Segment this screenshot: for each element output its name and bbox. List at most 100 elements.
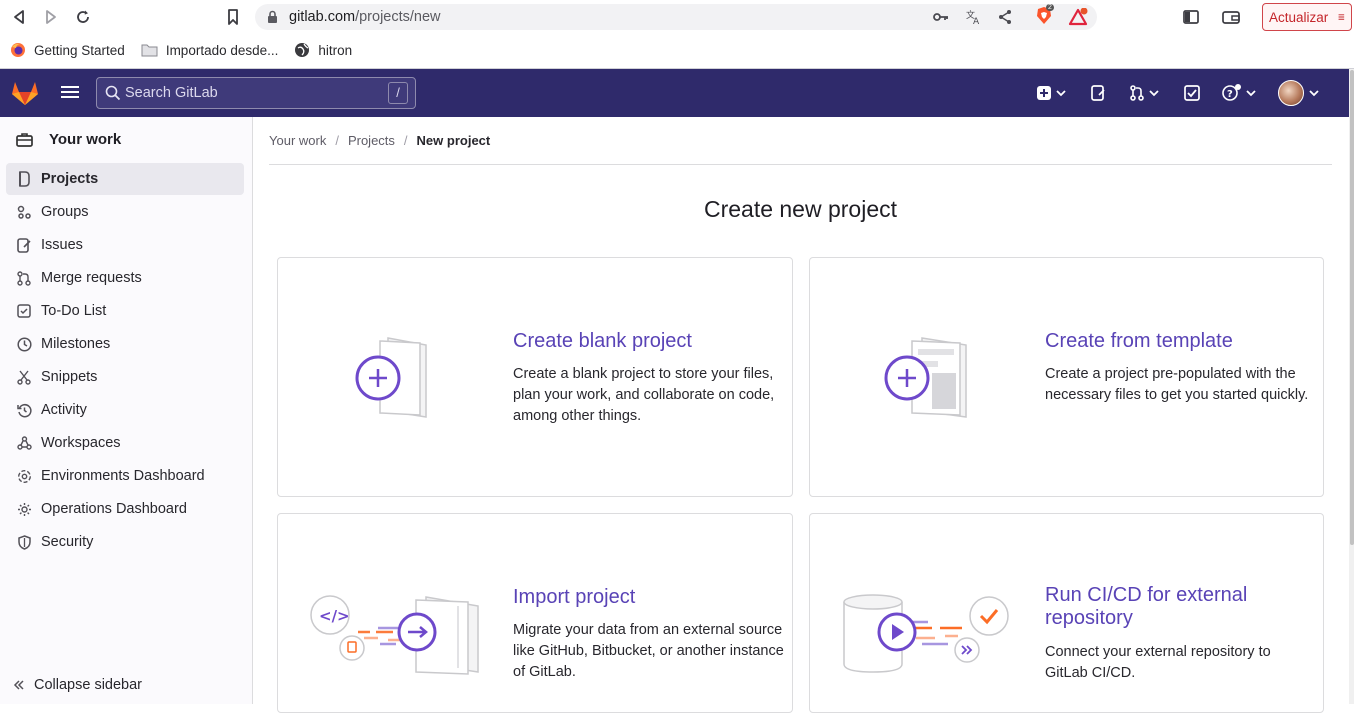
wallet-icon[interactable] (1221, 7, 1241, 27)
brave-rewards-icon[interactable] (1068, 7, 1088, 27)
sidebar-item-operations[interactable]: Operations Dashboard (6, 493, 244, 525)
project-icon (16, 171, 32, 187)
sidebar-item-issues[interactable]: Issues (6, 229, 244, 261)
key-icon[interactable] (932, 8, 950, 26)
search-input[interactable]: Search GitLab / (96, 77, 416, 109)
forward-arrow-icon (46, 10, 56, 24)
workspace-icon (16, 435, 32, 451)
create-new-dropdown[interactable] (1036, 81, 1067, 105)
chevron-double-left-icon (13, 680, 24, 690)
question-icon: ? (1222, 84, 1241, 101)
breadcrumb-new-project[interactable]: New project (417, 133, 491, 148)
forward-button[interactable] (40, 6, 62, 28)
translate-icon[interactable]: 文A (964, 8, 982, 26)
plus-square-icon (1037, 86, 1051, 100)
merge-requests-dropdown[interactable] (1129, 81, 1160, 105)
sidebar-item-activity[interactable]: Activity (6, 394, 244, 426)
sidebar: Your work Projects Groups Issues Merge r… (0, 117, 253, 704)
sidebar-item-milestones[interactable]: Milestones (6, 328, 244, 360)
help-dropdown[interactable]: ? (1222, 81, 1257, 105)
card-description: Create a blank project to store your fil… (513, 366, 775, 424)
shields-count: 2 (1046, 4, 1054, 11)
svg-text:A: A (973, 17, 980, 25)
user-avatar[interactable] (1278, 80, 1304, 106)
chevron-down-icon (1056, 90, 1066, 97)
bookmark-getting-started[interactable]: Getting Started (10, 42, 125, 58)
menu-icon (1338, 14, 1345, 20)
bookmark-hitron[interactable]: hitron (294, 42, 352, 58)
issues-icon (16, 237, 32, 253)
import-project-card[interactable]: </> Import project Migrate your data fro… (277, 513, 793, 713)
address-bar[interactable]: gitlab.com/projects/new 文A (255, 4, 1097, 30)
collapse-sidebar-button[interactable]: Collapse sidebar (13, 677, 142, 693)
sidebar-header[interactable]: Your work (16, 131, 121, 148)
search-placeholder: Search GitLab (125, 85, 218, 101)
main-menu-icon[interactable] (60, 83, 80, 103)
reload-button[interactable] (72, 6, 94, 28)
card-description: Migrate your data from an external sourc… (513, 622, 784, 680)
gitlab-logo-icon[interactable] (11, 80, 39, 106)
blank-project-illustration (355, 337, 427, 418)
card-title: Create blank project (513, 330, 692, 352)
scrollbar-thumb[interactable] (1350, 70, 1354, 545)
card-title: Import project (513, 586, 636, 608)
cloud-gear-icon (16, 501, 32, 517)
chevron-down-icon (1149, 90, 1159, 97)
bookmarks-bar: Getting Started Importado desde... hitro… (0, 38, 358, 62)
page-title: Create new project (703, 196, 898, 222)
user-menu-chevron-icon[interactable] (1308, 81, 1320, 105)
cicd-illustration (843, 594, 1009, 673)
sidebar-item-todo[interactable]: To-Do List (6, 295, 244, 327)
breadcrumb: Your work / Projects / New project (269, 133, 491, 148)
svg-text:</>: </> (319, 607, 350, 625)
sidebar-item-groups[interactable]: Groups (6, 196, 244, 228)
shield-icon (16, 534, 32, 550)
sidebar-item-security[interactable]: Security (6, 526, 244, 558)
bookmark-icon (228, 9, 238, 25)
breadcrumb-projects[interactable]: Projects (348, 133, 395, 148)
firefox-icon (11, 43, 25, 57)
issues-topbar-icon[interactable] (1090, 81, 1106, 105)
briefcase-icon (16, 133, 33, 147)
bookmark-button[interactable] (222, 6, 244, 28)
todo-icon (16, 303, 32, 319)
reload-icon (77, 10, 89, 23)
search-icon (105, 85, 121, 101)
merge-request-icon (1130, 85, 1144, 101)
create-from-template-card[interactable]: Create from template Create a project pr… (809, 257, 1324, 497)
update-label: Actualizar (1269, 9, 1329, 25)
lock-icon (268, 10, 277, 23)
svg-text:?: ? (1227, 89, 1233, 100)
search-shortcut-key: / (388, 82, 408, 104)
group-icon (16, 204, 32, 220)
template-illustration (884, 337, 967, 418)
sidebar-item-snippets[interactable]: Snippets (6, 361, 244, 393)
run-cicd-card[interactable]: Run CI/CD for external repository Connec… (809, 513, 1324, 713)
card-description: Create a project pre-populated with the … (1045, 366, 1309, 403)
sidebar-toggle-icon[interactable] (1181, 7, 1201, 27)
sidebar-item-environments[interactable]: Environments Dashboard (6, 460, 244, 492)
sidebar-item-merge-requests[interactable]: Merge requests (6, 262, 244, 294)
create-blank-project-card[interactable]: Create blank project Create a blank proj… (277, 257, 793, 497)
back-button[interactable] (8, 6, 30, 28)
breadcrumb-divider (269, 164, 1332, 165)
bookmark-folder-imported[interactable]: Importado desde... (141, 43, 278, 58)
back-arrow-icon (14, 10, 24, 24)
sidebar-item-projects[interactable]: Projects (6, 163, 244, 195)
breadcrumb-your-work[interactable]: Your work (269, 133, 326, 148)
scissors-icon (16, 369, 32, 385)
history-icon (16, 402, 32, 418)
sidebar-item-workspaces[interactable]: Workspaces (6, 427, 244, 459)
update-button[interactable]: Actualizar (1262, 3, 1352, 31)
brave-shields-icon[interactable]: 2 (1034, 4, 1054, 26)
chevron-down-icon (1246, 90, 1256, 97)
card-title: Run CI/CD for external repository (1045, 584, 1248, 629)
folder-icon (141, 44, 158, 57)
share-icon[interactable] (996, 8, 1014, 26)
import-illustration: </> (310, 595, 479, 675)
todo-topbar-icon[interactable] (1184, 81, 1201, 105)
card-description: Connect your external repository to GitL… (1045, 644, 1271, 681)
globe-icon (295, 43, 310, 57)
url-text: gitlab.com/projects/new (289, 9, 441, 25)
sidebar-header-label: Your work (49, 131, 122, 148)
